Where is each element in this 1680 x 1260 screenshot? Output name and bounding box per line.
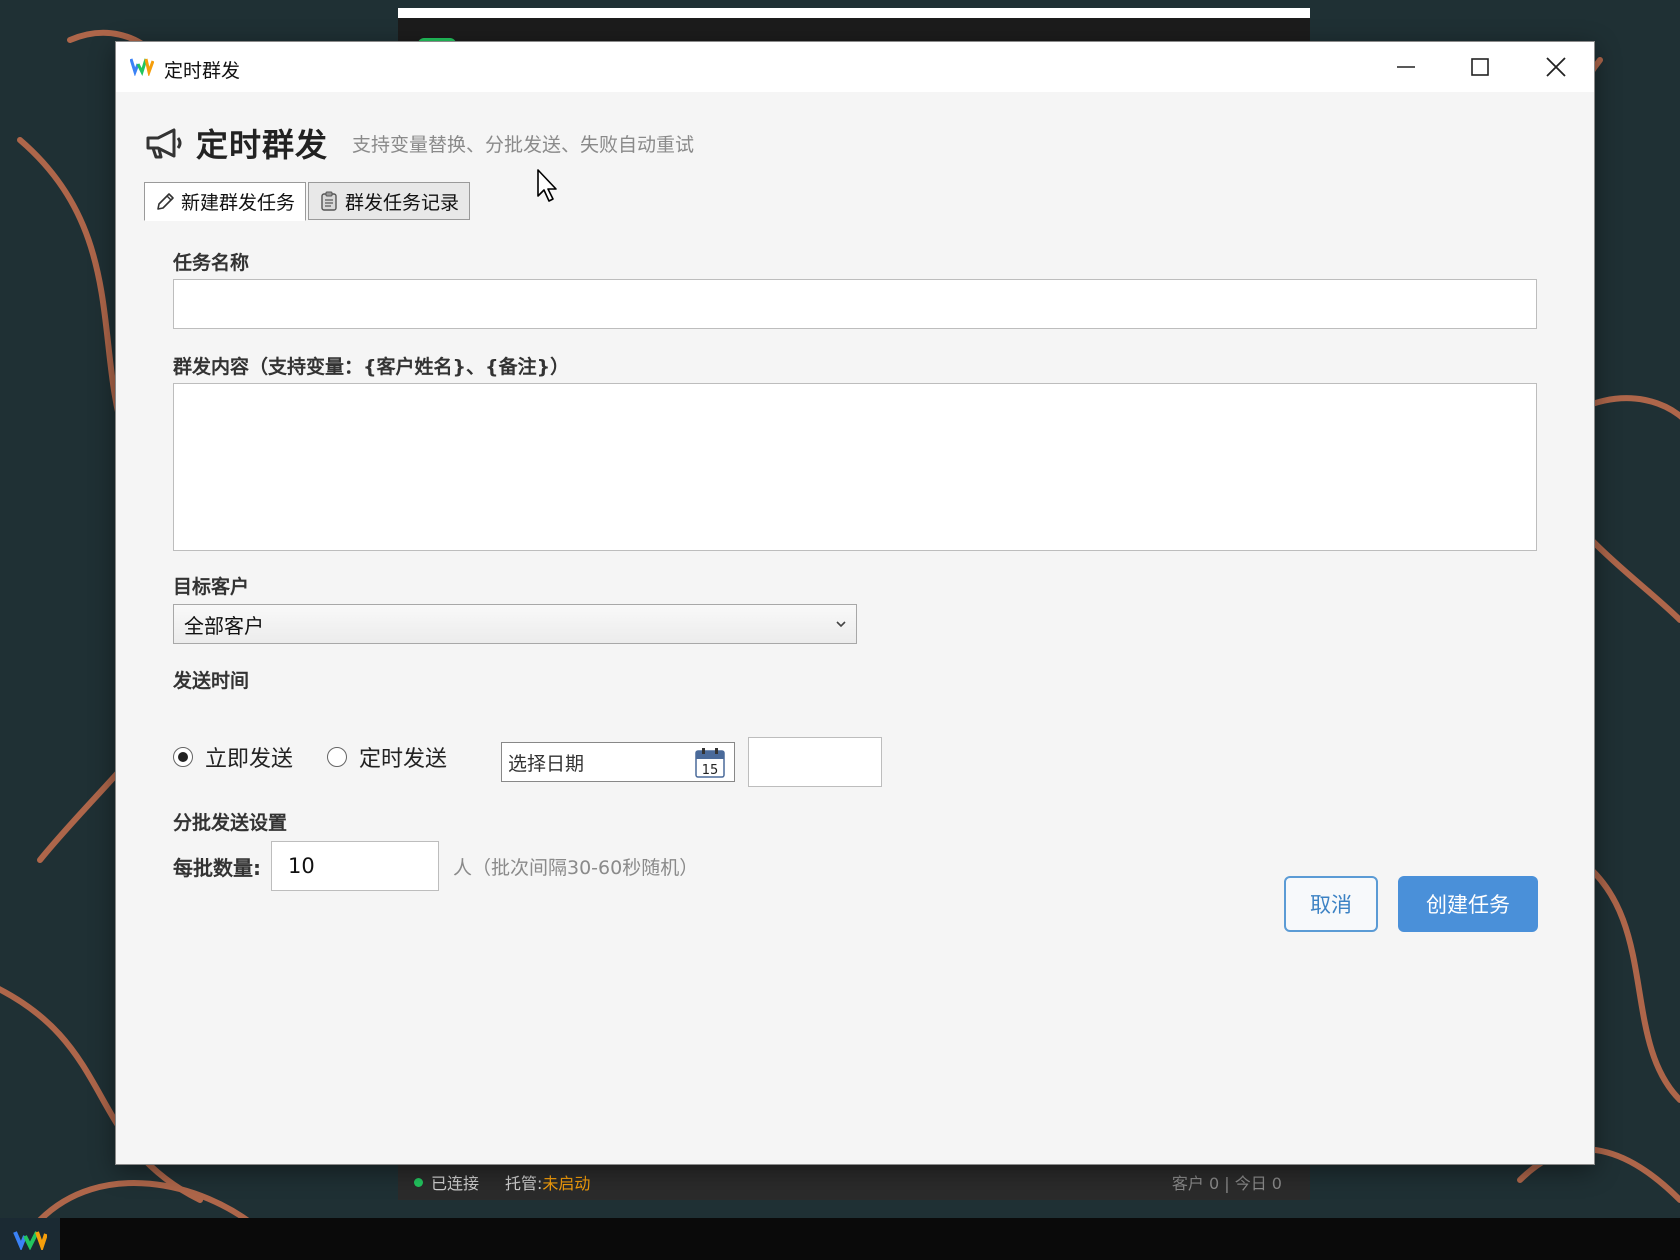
content-textarea[interactable]	[173, 383, 1537, 551]
date-placeholder: 选择日期	[508, 752, 585, 775]
target-selected-value: 全部客户	[184, 613, 264, 638]
send-time-options: 立即发送 定时发送	[173, 734, 481, 780]
radio-scheduled-label[interactable]: 定时发送	[359, 741, 447, 773]
batch-hint: 人（批次间隔30-60秒随机）	[453, 856, 699, 879]
clipboard-icon	[321, 191, 337, 211]
app-logo-icon	[130, 58, 154, 76]
maximize-button[interactable]	[1444, 42, 1516, 92]
page-subtitle: 支持变量替换、分批发送、失败自动重试	[352, 133, 695, 156]
close-icon	[1546, 57, 1566, 77]
window-title: 定时群发	[164, 60, 241, 82]
managed-label: 托管:	[505, 1174, 543, 1193]
title-bar: 定时群发	[116, 42, 1594, 92]
task-name-label: 任务名称	[173, 252, 250, 274]
chevron-down-icon	[836, 621, 846, 628]
taskbar-app-button[interactable]	[0, 1218, 60, 1260]
batch-settings-row: 每批数量: 10 人（批次间隔30-60秒随机）	[173, 840, 698, 892]
batch-section-label: 分批发送设置	[173, 812, 288, 834]
tab-label: 群发任务记录	[345, 191, 460, 214]
minimize-button[interactable]	[1370, 42, 1442, 92]
minimize-icon	[1397, 66, 1415, 68]
per-batch-input[interactable]: 10	[271, 841, 439, 891]
calendar-icon[interactable]: 15	[694, 747, 726, 779]
calendar-day: 15	[702, 763, 719, 778]
connected-dot-icon	[414, 1177, 423, 1187]
status-connected: 已连接	[431, 1174, 480, 1193]
scheduled-broadcast-dialog: 定时群发 定时群发 支持变量替换、分批发送、失败自动重试 新建群发任务 群发任务…	[116, 42, 1594, 1164]
tab-new-task[interactable]: 新建群发任务	[144, 182, 307, 221]
target-label: 目标客户	[173, 576, 250, 598]
app-logo-icon	[13, 1231, 47, 1250]
radio-immediate-label[interactable]: 立即发送	[205, 741, 293, 773]
tab-label: 新建群发任务	[181, 192, 296, 214]
mouse-cursor-icon	[537, 169, 557, 202]
background-app-topbar	[398, 8, 1310, 18]
time-input[interactable]	[748, 737, 882, 787]
date-picker[interactable]: 选择日期 15	[501, 742, 735, 782]
send-time-label: 发送时间	[173, 670, 250, 692]
cancel-button[interactable]: 取消	[1284, 876, 1378, 932]
content-label: 群发内容（支持变量：{客户姓名}、{备注}）	[173, 356, 570, 378]
radio-scheduled[interactable]	[327, 747, 348, 767]
create-task-button[interactable]: 创建任务	[1398, 876, 1538, 932]
tab-task-records[interactable]: 群发任务记录	[308, 182, 471, 220]
pencil-icon	[157, 192, 174, 210]
task-name-input[interactable]	[173, 279, 1537, 329]
managed-status: 未启动	[542, 1174, 591, 1193]
page-header: 定时群发 支持变量替换、分批发送、失败自动重试	[144, 120, 694, 166]
maximize-icon	[1471, 58, 1489, 76]
taskbar	[0, 1218, 1680, 1260]
tab-bar: 新建群发任务 群发任务记录	[144, 182, 472, 221]
client-stats: 客户 0 | 今日 0	[1171, 1174, 1282, 1193]
per-batch-label: 每批数量:	[173, 855, 261, 880]
radio-immediate[interactable]	[173, 747, 193, 767]
megaphone-icon	[146, 128, 182, 159]
close-button[interactable]	[1520, 42, 1592, 92]
target-customer-select[interactable]: 全部客户	[173, 604, 857, 644]
page-title: 定时群发	[196, 126, 329, 164]
background-app-status-bar: 已连接 托管: 未启动 客户 0 | 今日 0	[398, 1164, 1310, 1200]
